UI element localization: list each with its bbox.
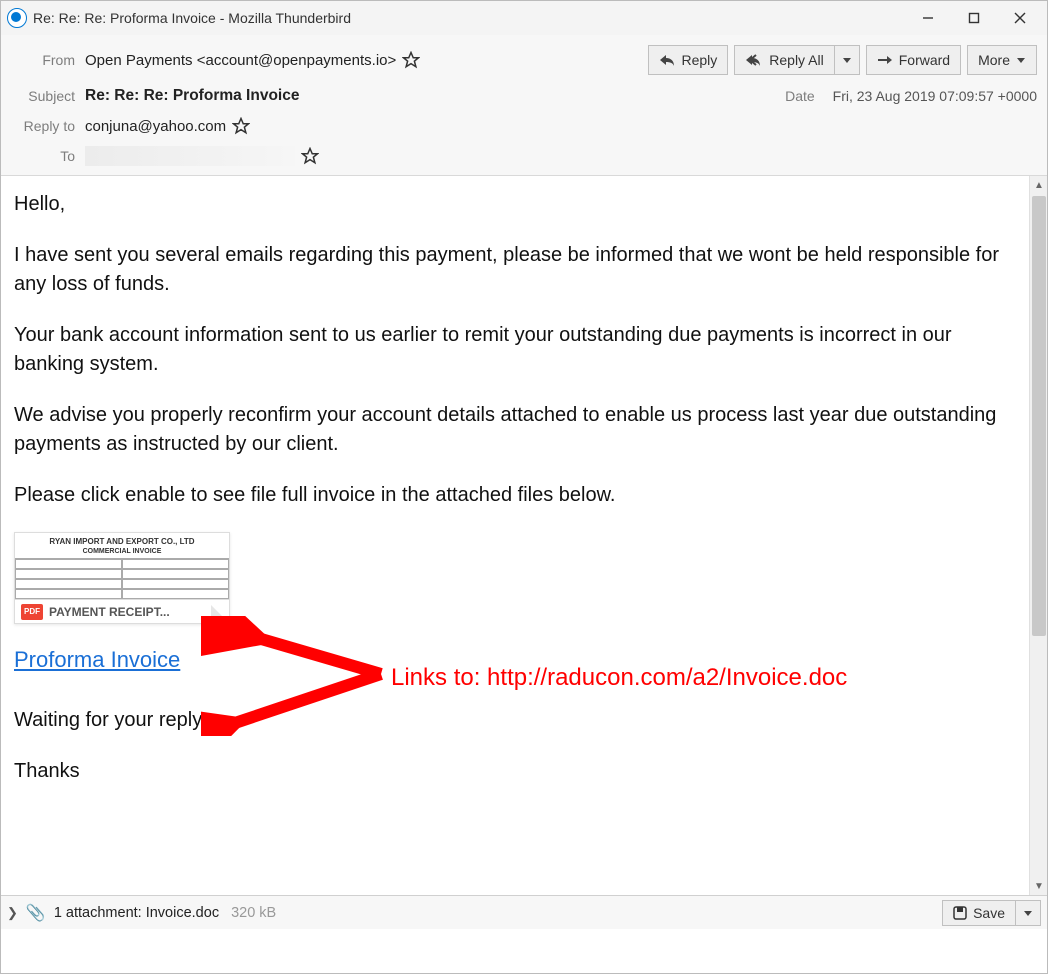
proforma-invoice-link[interactable]: Proforma Invoice xyxy=(14,647,180,672)
chevron-down-icon xyxy=(842,55,852,65)
reply-all-icon xyxy=(745,53,763,67)
from-label: From xyxy=(11,52,85,68)
preview-doc-type: COMMERCIAL INVOICE xyxy=(15,548,229,558)
star-icon[interactable] xyxy=(301,147,319,165)
reply-to-label: Reply to xyxy=(11,118,85,134)
annotation-text: Links to: http://raducon.com/a2/Invoice.… xyxy=(391,664,847,692)
reply-label: Reply xyxy=(681,52,717,68)
subject-label: Subject xyxy=(11,88,85,104)
body-paragraph: Your bank account information sent to us… xyxy=(14,321,1016,379)
minimize-button[interactable] xyxy=(905,2,951,34)
titlebar: Re: Re: Re: Proforma Invoice - Mozilla T… xyxy=(1,1,1047,35)
close-button[interactable] xyxy=(997,2,1043,34)
body-paragraph: I have sent you several emails regarding… xyxy=(14,241,1016,299)
scroll-thumb[interactable] xyxy=(1032,196,1046,636)
paperclip-icon: 📎 xyxy=(26,903,46,923)
forward-icon xyxy=(877,54,893,66)
preview-caption: PDF PAYMENT RECEIPT... xyxy=(15,599,229,623)
date-block: Date Fri, 23 Aug 2019 07:09:57 +0000 xyxy=(751,88,1037,104)
reply-all-label: Reply All xyxy=(769,52,823,68)
message-pane: Hello, I have sent you several emails re… xyxy=(1,176,1047,895)
maximize-button[interactable] xyxy=(951,2,997,34)
to-value xyxy=(85,146,319,166)
attachment-summary[interactable]: 1 attachment: Invoice.doc xyxy=(54,905,219,921)
preview-caption-text: PAYMENT RECEIPT... xyxy=(49,605,170,619)
save-button[interactable]: Save xyxy=(942,900,1015,926)
scroll-up-icon[interactable]: ▲ xyxy=(1030,176,1048,194)
save-icon xyxy=(953,906,967,920)
body-paragraph: We advise you properly reconfirm your ac… xyxy=(14,401,1016,459)
action-toolbar: Reply Reply All Forward More xyxy=(648,45,1037,75)
forward-button[interactable]: Forward xyxy=(866,45,961,75)
more-label: More xyxy=(978,52,1010,68)
save-label: Save xyxy=(973,905,1005,921)
invoice-preview-image[interactable]: RYAN IMPORT AND EXPORT CO., LTD COMMERCI… xyxy=(14,532,230,624)
body-paragraph: Please click enable to see file full inv… xyxy=(14,481,1016,510)
to-redacted xyxy=(85,146,295,166)
pdf-badge-icon: PDF xyxy=(21,604,43,620)
chevron-down-icon xyxy=(1023,908,1033,918)
expand-attachments-icon[interactable]: ❯ xyxy=(7,905,18,921)
folded-corner-icon xyxy=(211,605,229,623)
message-body: Hello, I have sent you several emails re… xyxy=(1,176,1029,895)
body-paragraph: Thanks xyxy=(14,757,1016,786)
preview-table xyxy=(15,558,229,599)
subject-value: Re: Re: Re: Proforma Invoice xyxy=(85,87,299,105)
reply-icon xyxy=(659,53,675,67)
reply-button[interactable]: Reply xyxy=(648,45,728,75)
star-icon[interactable] xyxy=(402,51,420,69)
window-title: Re: Re: Re: Proforma Invoice - Mozilla T… xyxy=(33,10,905,26)
reply-all-dropdown[interactable] xyxy=(834,45,860,75)
forward-label: Forward xyxy=(899,52,950,68)
reply-to-text: conjuna@yahoo.com xyxy=(85,118,226,135)
chevron-down-icon xyxy=(1016,55,1026,65)
scrollbar[interactable]: ▲ ▼ xyxy=(1029,176,1047,895)
date-label: Date xyxy=(751,88,825,104)
star-icon[interactable] xyxy=(232,117,250,135)
more-button[interactable]: More xyxy=(967,45,1037,75)
preview-company: RYAN IMPORT AND EXPORT CO., LTD xyxy=(15,533,229,548)
date-value: Fri, 23 Aug 2019 07:09:57 +0000 xyxy=(833,88,1037,104)
reply-all-button[interactable]: Reply All xyxy=(734,45,833,75)
attachment-bar: ❯ 📎 1 attachment: Invoice.doc 320 kB Sav… xyxy=(1,895,1047,929)
from-text: Open Payments <account@openpayments.io> xyxy=(85,52,396,69)
body-paragraph: Waiting for your reply, xyxy=(14,706,1016,735)
save-dropdown[interactable] xyxy=(1015,900,1041,926)
to-label: To xyxy=(11,148,85,164)
attachment-size: 320 kB xyxy=(231,905,276,921)
from-value: Open Payments <account@openpayments.io> xyxy=(85,51,420,69)
reply-to-value: conjuna@yahoo.com xyxy=(85,117,250,135)
message-header: From Open Payments <account@openpayments… xyxy=(1,35,1047,176)
body-paragraph: Hello, xyxy=(14,190,1016,219)
scroll-down-icon[interactable]: ▼ xyxy=(1030,877,1048,895)
thunderbird-icon xyxy=(7,8,27,28)
